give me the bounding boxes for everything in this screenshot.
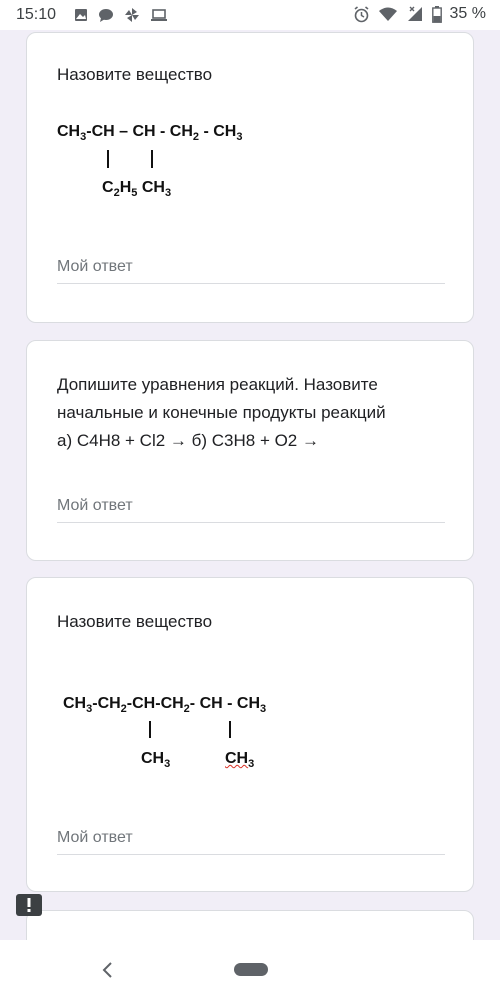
question-title-line-2: начальные и конечные продукты реакций: [57, 403, 386, 422]
alarm-icon: [354, 5, 369, 22]
back-icon[interactable]: [98, 960, 118, 980]
answer-input[interactable]: Мой ответ: [57, 258, 133, 276]
answer-input[interactable]: Мой ответ: [57, 497, 133, 515]
structural-formula-main: CH3-CH – CH - CH2 - CH3: [57, 123, 243, 144]
structural-formula-main: CH3-CH2-CH-CH2- CH - CH3: [63, 695, 267, 716]
feedback-button[interactable]: [16, 894, 42, 916]
question-card-3: Назовите вещество CH3-CH2-CH-CH2- CH - C…: [26, 577, 474, 892]
question-title-line-1: Допишите уравнения реакций. Назовите: [57, 375, 378, 394]
signal-icon: [407, 6, 422, 21]
navigation-bar: [0, 940, 500, 999]
question-title-line-3: а) C4H8 + Cl2 → б) C3H8 + O2 →: [57, 431, 319, 450]
question-card-1: Назовите вещество CH3-CH – CH - CH2 - CH…: [26, 32, 474, 323]
structural-formula-branch: CH3: [141, 750, 171, 771]
bond-line: [229, 721, 231, 738]
home-pill[interactable]: [234, 963, 268, 976]
bond-line: [151, 150, 153, 168]
answer-underline: [57, 522, 445, 523]
answer-underline: [57, 854, 445, 855]
pinwheel-icon: [125, 8, 139, 22]
question-title: Назовите вещество: [57, 65, 213, 84]
image-icon: [75, 9, 87, 21]
chat-icon: [99, 8, 113, 22]
wifi-icon: [378, 7, 397, 21]
structural-formula-branch: C2H5 CH3: [102, 179, 172, 200]
battery-icon: [431, 5, 442, 23]
laptop-icon: [151, 9, 167, 21]
bond-line: [107, 150, 109, 168]
answer-input[interactable]: Мой ответ: [57, 829, 133, 847]
battery-percent: 35 %: [449, 5, 486, 22]
structural-formula-branch: CH3: [225, 750, 255, 771]
exclamation-icon: [27, 898, 31, 912]
answer-underline: [57, 283, 445, 284]
status-bar: 15:10 35 %: [0, 0, 500, 30]
bond-line: [149, 721, 151, 738]
question-card-2: Допишите уравнения реакций. Назовите нач…: [26, 340, 474, 561]
question-title: Назовите вещество: [57, 612, 213, 631]
status-time: 15:10: [16, 6, 57, 23]
